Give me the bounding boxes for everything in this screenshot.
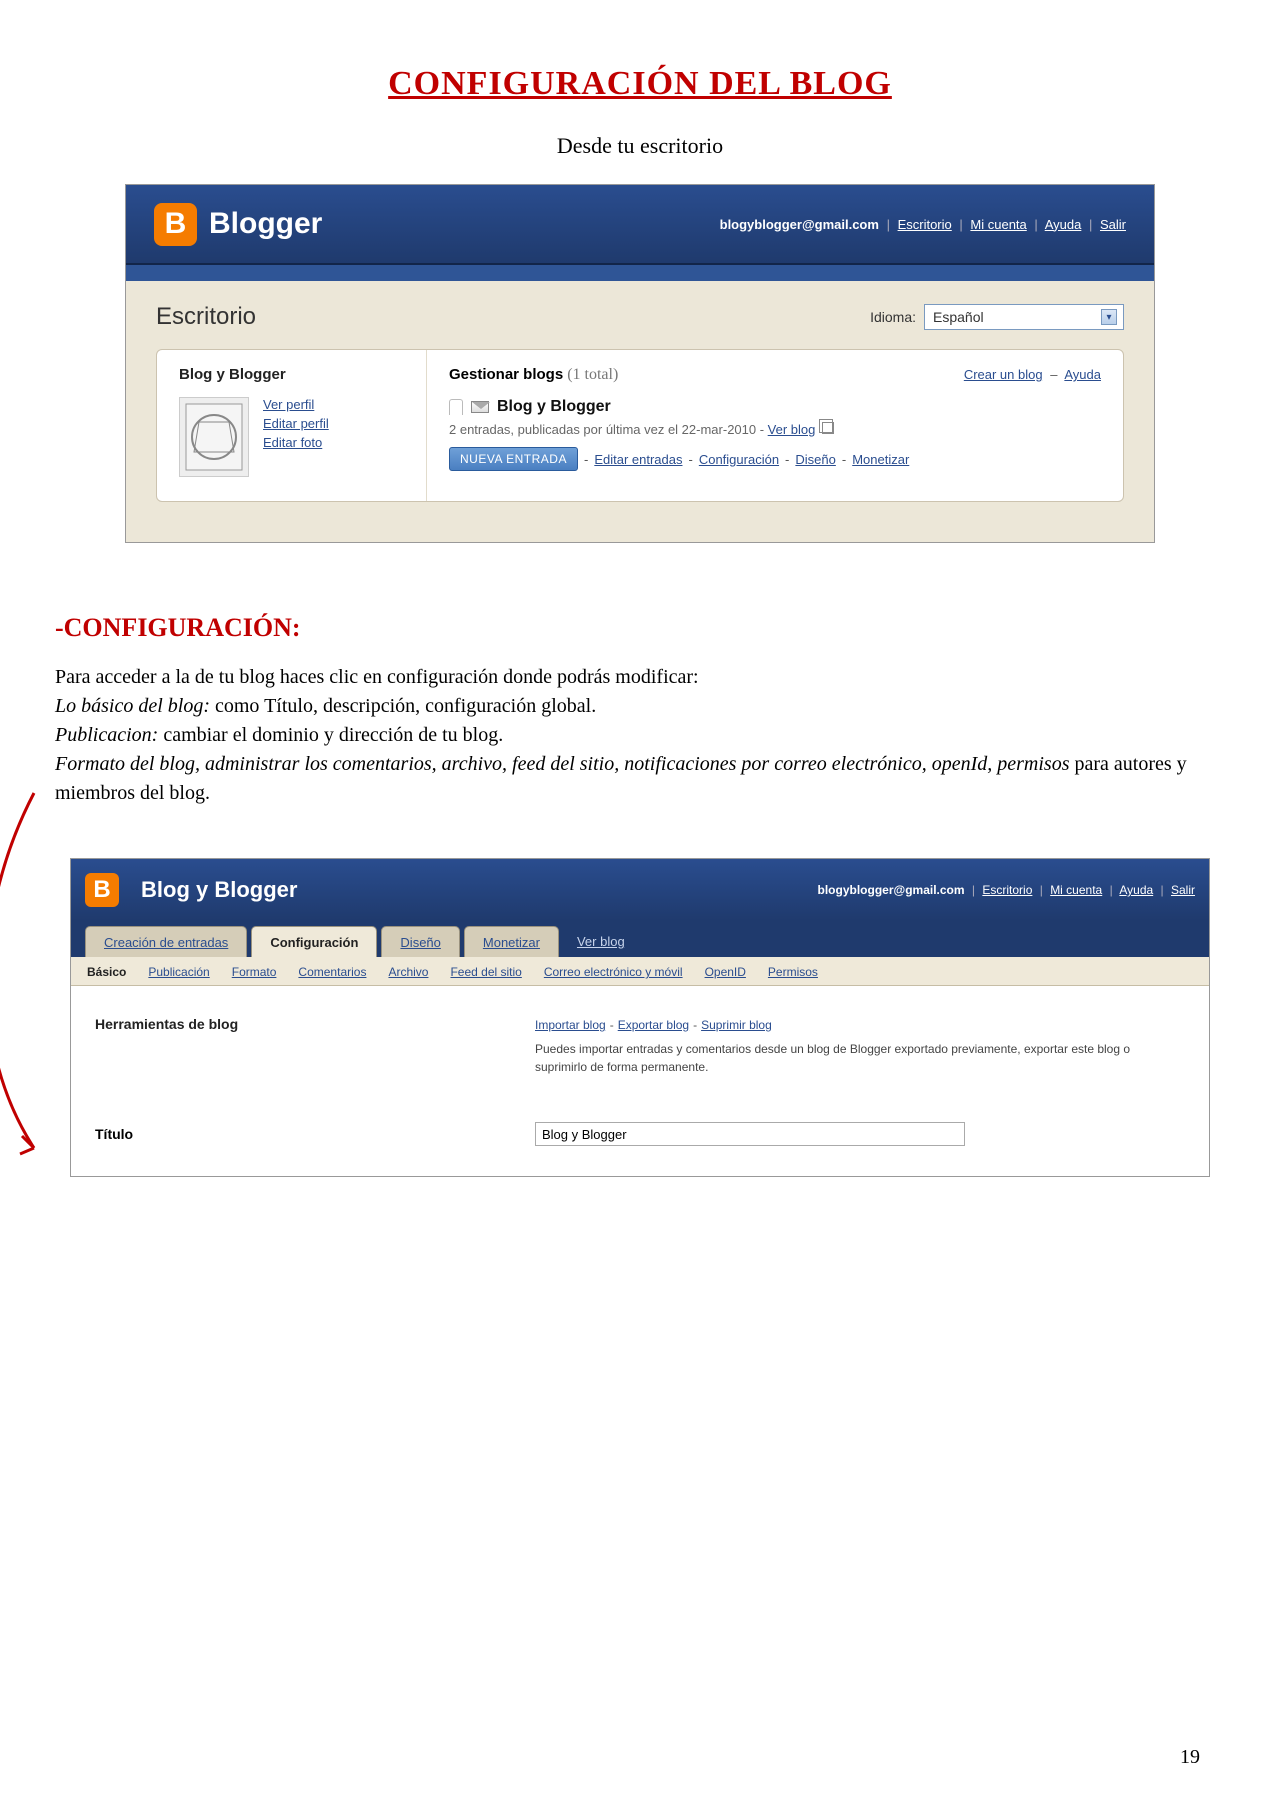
subtab-correo[interactable]: Correo electrónico y móvil [544,965,683,979]
new-window-icon [822,422,834,434]
section-body: Para acceder a la de tu blog haces clic … [55,663,1225,808]
screenshot-configuracion: B Blog y Blogger blogyblogger@gmail.com … [70,858,1210,1177]
account-email: blogyblogger@gmail.com [818,883,965,897]
link-editar-foto[interactable]: Editar foto [263,435,329,450]
tab-diseno[interactable]: Diseño [381,926,459,957]
blogger-logo-icon: B [154,203,197,246]
idioma-value: Español [933,309,984,325]
subtab-openid[interactable]: OpenID [705,965,746,979]
idioma-label: Idioma: [870,309,916,325]
titulo-input[interactable] [535,1122,965,1146]
link-ver-perfil[interactable]: Ver perfil [263,397,329,412]
link-importar-blog[interactable]: Importar blog [535,1018,606,1032]
link-salir[interactable]: Salir [1171,883,1195,897]
subtab-archivo[interactable]: Archivo [388,965,428,979]
screenshot-escritorio: B Blogger blogyblogger@gmail.com | Escri… [125,184,1155,543]
document-title: CONFIGURACIÓN DEL BLOG [55,65,1225,103]
subtab-feed[interactable]: Feed del sitio [450,965,521,979]
profile-avatar [179,397,249,477]
chevron-down-icon: ▾ [1101,309,1117,325]
link-ayuda-blogs[interactable]: Ayuda [1064,367,1101,382]
profile-blog-title: Blog y Blogger [179,366,408,383]
link-editar-entradas[interactable]: Editar entradas [594,452,682,467]
link-diseno[interactable]: Diseño [795,452,835,467]
gestionar-blogs-label: Gestionar blogs [449,366,563,383]
subtab-formato[interactable]: Formato [232,965,277,979]
document-subtitle: Desde tu escritorio [55,133,1225,159]
account-email: blogyblogger@gmail.com [720,217,879,232]
link-mi-cuenta[interactable]: Mi cuenta [1050,883,1102,897]
blogger-wordmark: Blogger [209,207,322,241]
header-account-links: blogyblogger@gmail.com | Escritorio | Mi… [720,217,1126,232]
blogger-logo-icon: B [85,873,119,907]
escritorio-heading: Escritorio [156,303,256,331]
link-suprimir-blog[interactable]: Suprimir blog [701,1018,772,1032]
link-salir[interactable]: Salir [1100,217,1126,232]
lock-icon [449,399,463,415]
link-crear-blog[interactable]: Crear un blog [964,367,1043,382]
link-exportar-blog[interactable]: Exportar blog [618,1018,689,1032]
sub-tabs: Básico Publicación Formato Comentarios A… [71,957,1209,986]
blog-title-header: Blog y Blogger [141,877,297,903]
link-ayuda[interactable]: Ayuda [1045,217,1082,232]
nueva-entrada-button[interactable]: NUEVA ENTRADA [449,447,578,471]
subtab-basico[interactable]: Básico [87,965,126,979]
herramientas-desc: Puedes importar entradas y comentarios d… [535,1040,1185,1076]
link-configuracion[interactable]: Configuración [699,452,779,467]
titulo-label: Título [95,1126,535,1142]
subtab-permisos[interactable]: Permisos [768,965,818,979]
tab-ver-blog[interactable]: Ver blog [563,926,639,957]
page-number: 19 [1180,1746,1200,1769]
section-heading-configuracion: -CONFIGURACIÓN: [55,613,1225,643]
herramientas-label: Herramientas de blog [95,1016,535,1076]
blog-name: Blog y Blogger [497,398,611,416]
blog-meta: 2 entradas, publicadas por última vez el… [449,422,1101,437]
link-monetizar[interactable]: Monetizar [852,452,909,467]
link-ayuda[interactable]: Ayuda [1119,883,1153,897]
dashboard-card: Blog y Blogger Ver perfil Editar perfil … [156,349,1124,502]
tab-creacion-entradas[interactable]: Creación de entradas [85,926,247,957]
main-tabs: Creación de entradas Configuración Diseñ… [71,921,1209,957]
idioma-select[interactable]: Español ▾ [924,304,1124,330]
blogger-header: B Blogger blogyblogger@gmail.com | Escri… [126,185,1154,265]
subtab-publicacion[interactable]: Publicación [148,965,209,979]
subtab-comentarios[interactable]: Comentarios [298,965,366,979]
link-escritorio[interactable]: Escritorio [982,883,1032,897]
blog-count: (1 total) [567,366,618,384]
link-editar-perfil[interactable]: Editar perfil [263,416,329,431]
mail-icon [471,401,489,413]
link-ver-blog[interactable]: Ver blog [768,422,816,437]
tab-monetizar[interactable]: Monetizar [464,926,559,957]
link-escritorio[interactable]: Escritorio [898,217,952,232]
blogger-header-2: B Blog y Blogger blogyblogger@gmail.com … [71,859,1209,921]
tab-configuracion[interactable]: Configuración [251,926,377,957]
link-mi-cuenta[interactable]: Mi cuenta [970,217,1026,232]
